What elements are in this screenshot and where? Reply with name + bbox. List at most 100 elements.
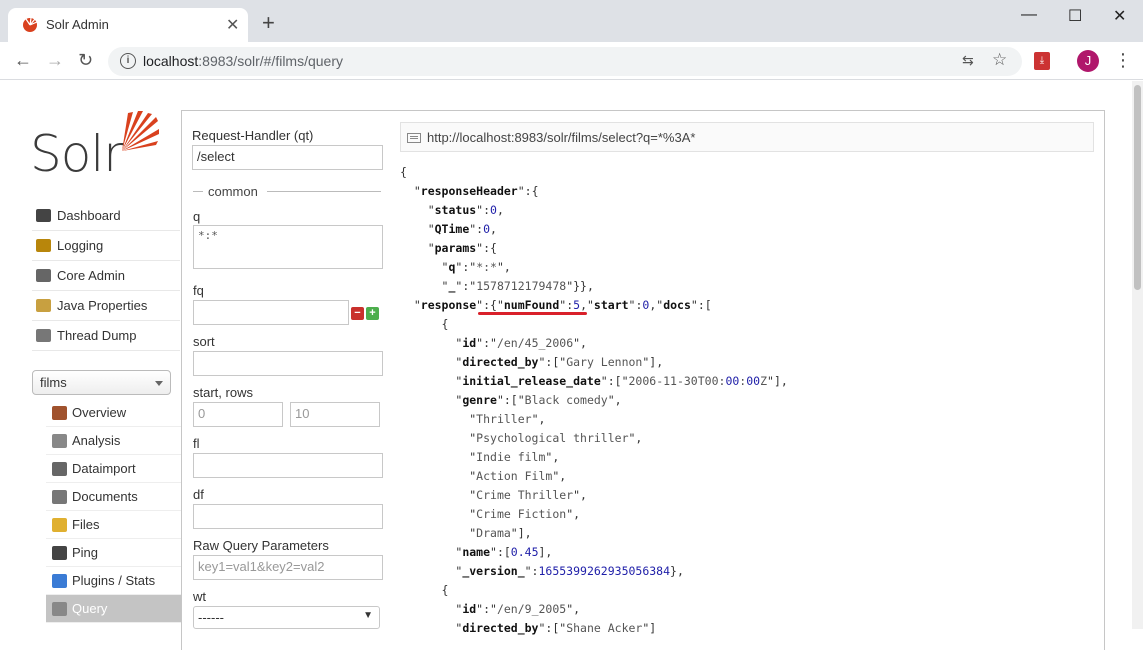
nav-item-logging[interactable]: Logging bbox=[32, 231, 180, 261]
back-icon[interactable]: ← bbox=[14, 50, 32, 70]
browser-menu-icon[interactable]: ⋮ bbox=[1114, 50, 1132, 70]
logo-text: Solr bbox=[30, 125, 124, 183]
raw-query-input[interactable]: key1=val1&key2=val2 bbox=[193, 555, 383, 580]
core-nav-item-files[interactable]: Files bbox=[46, 511, 181, 539]
url-text[interactable]: localhost:8983/solr/#/films/query bbox=[143, 53, 343, 69]
fl-input[interactable] bbox=[193, 453, 383, 478]
core-nav-item-label: Dataimport bbox=[72, 461, 136, 476]
fq-input[interactable] bbox=[193, 300, 349, 325]
remove-fq-icon[interactable]: − bbox=[351, 307, 364, 320]
wt-select[interactable]: ------ ▼ bbox=[193, 606, 380, 629]
thread-dump-icon bbox=[36, 329, 51, 342]
nav-item-label: Dashboard bbox=[57, 208, 121, 223]
json-line: "_version_":1655399262935056384}, bbox=[400, 564, 684, 578]
divider bbox=[267, 191, 381, 192]
forward-icon[interactable]: → bbox=[46, 50, 64, 70]
core-nav-item-plugins-stats[interactable]: Plugins / Stats bbox=[46, 567, 181, 595]
core-nav-item-overview[interactable]: Overview bbox=[46, 399, 181, 427]
json-line: "Thriller", bbox=[400, 412, 546, 426]
nav-item-core-admin[interactable]: Core Admin bbox=[32, 261, 180, 291]
sort-label: sort bbox=[193, 334, 215, 349]
df-input[interactable] bbox=[193, 504, 383, 529]
core-nav-item-label: Analysis bbox=[72, 433, 121, 448]
avatar[interactable]: J bbox=[1077, 50, 1099, 72]
nav-item-label: Logging bbox=[57, 238, 104, 253]
browser-tab[interactable]: Solr Admin ✕ bbox=[8, 8, 248, 42]
close-window-icon[interactable]: ✕ bbox=[1113, 6, 1126, 26]
close-tab-icon[interactable]: ✕ bbox=[226, 15, 239, 35]
bookmark-star-icon[interactable]: ☆ bbox=[992, 50, 1007, 70]
documents-icon bbox=[52, 490, 67, 504]
solr-favicon-icon bbox=[23, 17, 38, 32]
result-url-link[interactable]: http://localhost:8983/solr/films/select?… bbox=[427, 130, 695, 145]
core-nav-item-label: Documents bbox=[72, 489, 138, 504]
pdf-extension-icon[interactable]: ⤓ bbox=[1034, 52, 1050, 70]
core-nav-item-label: Overview bbox=[72, 405, 127, 420]
result-url-bar: http://localhost:8983/solr/films/select?… bbox=[400, 122, 1094, 152]
core-nav-item-analysis[interactable]: Analysis bbox=[46, 427, 181, 455]
request-handler-input[interactable]: /select bbox=[192, 145, 383, 170]
reload-icon[interactable]: ↻ bbox=[78, 50, 93, 70]
add-fq-icon[interactable]: + bbox=[366, 307, 379, 320]
core-selector-value: films bbox=[40, 375, 67, 390]
core-nav-item-ping[interactable]: Ping bbox=[46, 539, 181, 567]
new-tab-icon[interactable]: + bbox=[262, 12, 275, 34]
browser-tab-bar: Solr Admin ✕ + — ☐ ✕ bbox=[0, 0, 1143, 42]
json-line: "responseHeader":{ bbox=[400, 184, 539, 198]
divider bbox=[193, 191, 203, 192]
json-line: "id":"/en/45_2006", bbox=[400, 336, 587, 350]
json-line: "Crime Thriller", bbox=[400, 488, 587, 502]
scrollbar-thumb[interactable] bbox=[1134, 85, 1141, 290]
q-textarea[interactable]: *:* bbox=[193, 225, 383, 269]
json-line: "Crime Fiction", bbox=[400, 507, 581, 521]
json-line: "directed_by":["Gary Lennon"], bbox=[400, 355, 664, 369]
core-nav: Overview Analysis Dataimport Documents Files… bbox=[46, 399, 181, 623]
request-handler-label: Request-Handler (qt) bbox=[192, 128, 314, 143]
address-bar[interactable]: i localhost:8983/solr/#/films/query ⇆ ☆ bbox=[108, 47, 1022, 76]
nav-item-java-properties[interactable]: Java Properties bbox=[32, 291, 180, 321]
translate-icon[interactable]: ⇆ bbox=[962, 52, 974, 69]
nav-item-label: Java Properties bbox=[57, 298, 148, 313]
ping-icon bbox=[52, 546, 67, 560]
start-input[interactable]: 0 bbox=[193, 402, 283, 427]
json-line: "status":0, bbox=[400, 203, 504, 217]
core-nav-item-dataimport[interactable]: Dataimport bbox=[46, 455, 181, 483]
plugins-icon bbox=[52, 574, 67, 588]
info-icon[interactable]: i bbox=[120, 53, 136, 69]
minimize-icon[interactable]: — bbox=[1021, 6, 1037, 24]
json-line: "Indie film", bbox=[400, 450, 560, 464]
link-icon bbox=[407, 133, 421, 143]
core-nav-item-documents[interactable]: Documents bbox=[46, 483, 181, 511]
dashboard-icon bbox=[36, 209, 51, 222]
analysis-icon bbox=[52, 434, 67, 448]
sort-input[interactable] bbox=[193, 351, 383, 376]
solr-sun-icon bbox=[122, 111, 159, 151]
tab-title: Solr Admin bbox=[46, 17, 109, 32]
core-nav-item-query[interactable]: Query bbox=[46, 595, 181, 623]
fq-label: fq bbox=[193, 283, 204, 298]
nav-item-thread-dump[interactable]: Thread Dump bbox=[32, 321, 180, 351]
core-selector[interactable]: films bbox=[32, 370, 171, 395]
rows-input[interactable]: 10 bbox=[290, 402, 380, 427]
json-line: "QTime":0, bbox=[400, 222, 497, 236]
maximize-icon[interactable]: ☐ bbox=[1068, 6, 1082, 26]
query-icon bbox=[52, 602, 67, 616]
overview-icon bbox=[52, 406, 67, 420]
browser-toolbar: ← → ↻ i localhost:8983/solr/#/films/quer… bbox=[0, 42, 1143, 80]
nav-item-dashboard[interactable]: Dashboard bbox=[32, 201, 180, 231]
solr-logo[interactable]: Solr bbox=[30, 111, 170, 183]
numfound-underline bbox=[478, 312, 587, 315]
json-line: { bbox=[400, 583, 449, 597]
start-rows-label: start, rows bbox=[193, 385, 253, 400]
dataimport-icon bbox=[52, 462, 67, 476]
core-nav-item-label: Query bbox=[72, 601, 108, 616]
page-scrollbar[interactable] bbox=[1132, 81, 1143, 629]
json-line: "name":[0.45], bbox=[400, 545, 553, 559]
json-line: "id":"/en/9_2005", bbox=[400, 602, 581, 616]
json-line: "initial_release_date":["2006-11-30T00:0… bbox=[400, 374, 788, 388]
core-admin-icon bbox=[36, 269, 51, 282]
json-line: "_":"1578712179478"}}, bbox=[400, 279, 594, 293]
json-line: "q":"*:*", bbox=[400, 260, 511, 274]
df-label: df bbox=[193, 487, 204, 502]
nav-item-label: Thread Dump bbox=[57, 328, 137, 343]
